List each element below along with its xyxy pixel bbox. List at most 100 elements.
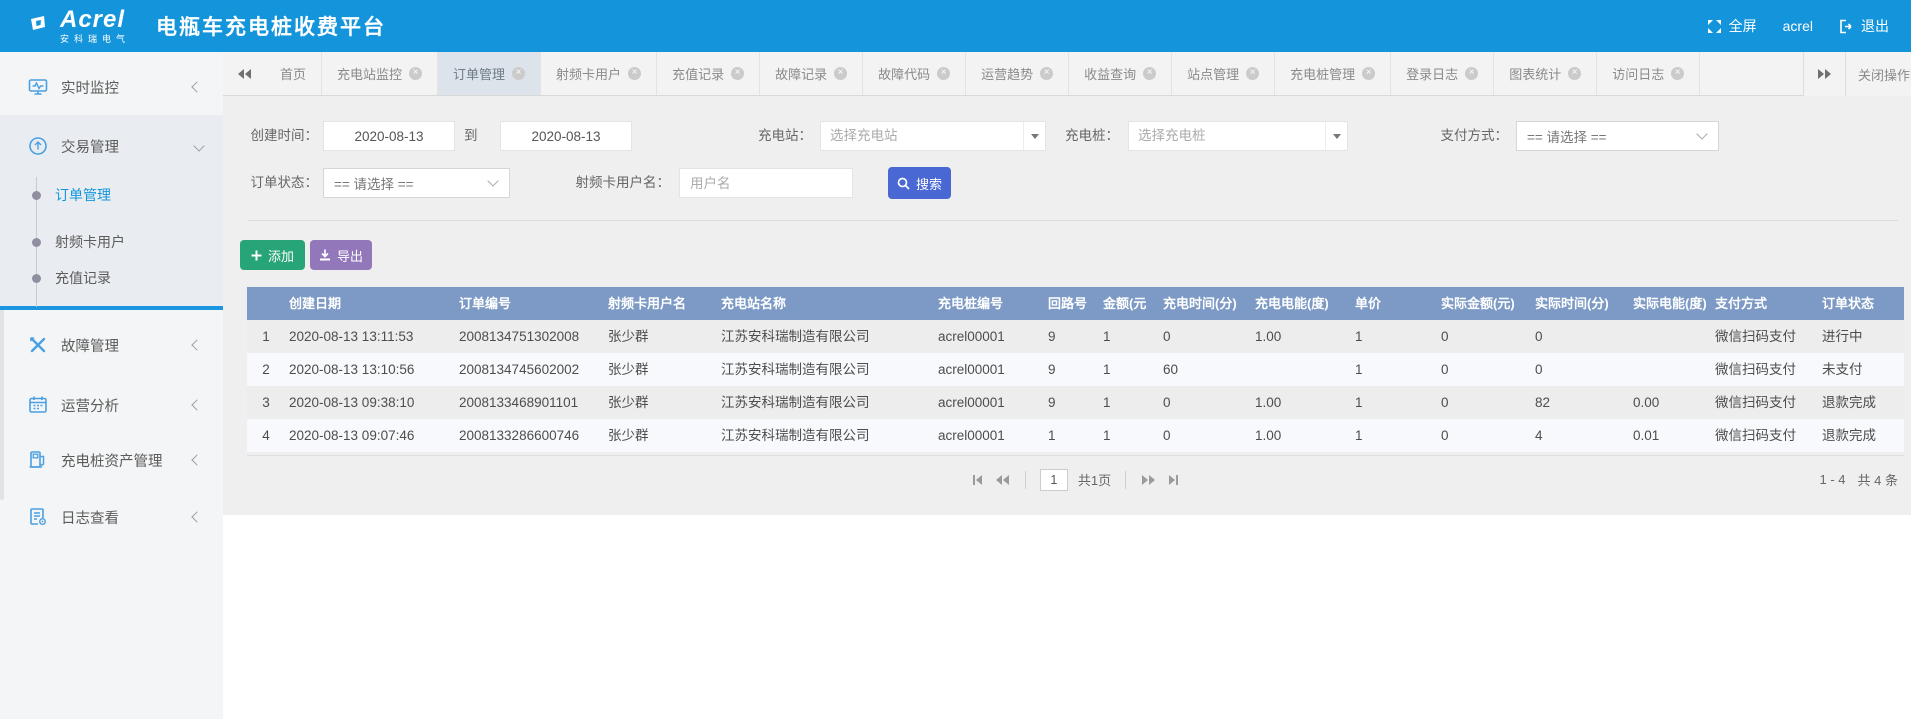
sidebar-item-pile-asset-mgmt[interactable]: 充电桩资产管理 — [0, 444, 223, 476]
tab-label: 图表统计 — [1509, 64, 1561, 83]
add-button[interactable]: 添加 — [240, 240, 305, 270]
col-actual-amount[interactable]: 实际金额(元) — [1437, 287, 1531, 320]
pile-combobox[interactable]: 选择充电桩 — [1128, 121, 1348, 151]
dropdown-arrow-icon[interactable] — [1023, 122, 1045, 150]
tab-close-icon[interactable]: × — [1040, 67, 1053, 80]
payment-method-select[interactable]: == 请选择 == — [1516, 121, 1719, 151]
cell-station-name: 江苏安科瑞制造有限公司 — [717, 353, 934, 386]
prev-page-button[interactable] — [994, 473, 1011, 487]
tab-close-icon[interactable]: × — [512, 67, 525, 80]
tab-chart-stats[interactable]: 图表统计 × — [1494, 52, 1597, 95]
cell-amount: 1 — [1099, 386, 1159, 419]
logout-button[interactable]: 退出 — [1839, 16, 1889, 36]
close-operations-menu[interactable]: 关闭操作 — [1845, 52, 1911, 96]
app-header: Acrel 安科瑞电气 电瓶车充电桩收费平台 全屏 acrel 退出 — [0, 0, 1911, 52]
col-amount[interactable]: 金额(元 — [1099, 287, 1159, 320]
tab-close-icon[interactable]: × — [409, 67, 422, 80]
tab-close-icon[interactable]: × — [628, 67, 641, 80]
username[interactable]: acrel — [1783, 18, 1813, 34]
col-order-status[interactable]: 订单状态 — [1818, 287, 1904, 320]
sidebar-subitem-label: 充值记录 — [55, 268, 111, 288]
order-status-select[interactable]: == 请选择 == — [323, 168, 510, 198]
cell-charge-energy: 1.00 — [1251, 419, 1351, 452]
tabs-scroll-right-button[interactable] — [1803, 52, 1845, 96]
search-button[interactable]: 搜索 — [888, 167, 951, 199]
tab-close-icon[interactable]: × — [937, 67, 950, 80]
rfid-username-input[interactable] — [679, 168, 853, 198]
cell-pile-number: acrel00001 — [934, 386, 1044, 419]
table-row[interactable]: 4 2020-08-13 09:07:46 2008133286600746 张… — [247, 419, 1904, 452]
date-to-input[interactable] — [500, 121, 632, 151]
first-page-icon — [976, 475, 982, 485]
col-rownum[interactable] — [247, 287, 285, 320]
tab-recharge-records[interactable]: 充值记录 × — [657, 52, 760, 95]
tab-operation-trends[interactable]: 运营趋势 × — [966, 52, 1069, 95]
first-page-button[interactable] — [971, 473, 984, 487]
calendar-icon — [28, 395, 48, 415]
tab-revenue-query[interactable]: 收益查询 × — [1069, 52, 1172, 95]
sidebar-item-operation-analysis[interactable]: 运营分析 — [0, 389, 223, 421]
tab-visit-log[interactable]: 访问日志 × — [1597, 52, 1700, 95]
col-actual-time[interactable]: 实际时间(分) — [1531, 287, 1629, 320]
tab-home[interactable]: 首页 — [265, 52, 322, 95]
col-station-name[interactable]: 充电站名称 — [717, 287, 934, 320]
col-charge-energy[interactable]: 充电电能(度) — [1251, 287, 1351, 320]
col-pile-number[interactable]: 充电桩编号 — [934, 287, 1044, 320]
sidebar-item-rfid-users[interactable]: 射频卡用户 — [0, 227, 223, 257]
sidebar-item-label: 实时监控 — [61, 77, 119, 98]
sidebar-item-recharge-records[interactable]: 充值记录 — [0, 263, 223, 293]
table-row[interactable]: 2 2020-08-13 13:10:56 2008134745602002 张… — [247, 353, 1904, 386]
col-actual-energy[interactable]: 实际电能(度) — [1629, 287, 1711, 320]
tabs-scroll-left-button[interactable] — [223, 52, 265, 95]
cell-amount: 1 — [1099, 419, 1159, 452]
next-page-button[interactable] — [1140, 473, 1157, 487]
tab-close-icon[interactable]: × — [1246, 67, 1259, 80]
tab-label: 订单管理 — [453, 64, 505, 83]
tab-rfid-users[interactable]: 射频卡用户 × — [541, 52, 657, 95]
search-button-label: 搜索 — [916, 174, 942, 193]
col-order-number[interactable]: 订单编号 — [455, 287, 604, 320]
tab-fault-records[interactable]: 故障记录 × — [760, 52, 863, 95]
col-payment-method[interactable]: 支付方式 — [1711, 287, 1818, 320]
tab-close-icon[interactable]: × — [1671, 67, 1684, 80]
col-charge-time[interactable]: 充电时间(分) — [1159, 287, 1251, 320]
col-rfid-username[interactable]: 射频卡用户名 — [604, 287, 717, 320]
tab-label: 故障记录 — [775, 64, 827, 83]
tab-order-mgmt[interactable]: 订单管理 × — [438, 52, 541, 95]
sidebar-item-log-view[interactable]: 日志查看 — [0, 501, 223, 533]
download-icon — [319, 249, 331, 261]
tab-close-icon[interactable]: × — [1568, 67, 1581, 80]
table-row[interactable]: 1 2020-08-13 13:11:53 2008134751302008 张… — [247, 320, 1904, 353]
chevron-left-icon — [191, 399, 202, 410]
sidebar-item-realtime-monitor[interactable]: 实时监控 — [0, 71, 223, 103]
transaction-icon — [28, 136, 48, 156]
sidebar-item-fault-mgmt[interactable]: 故障管理 — [0, 329, 223, 361]
tab-close-icon[interactable]: × — [1143, 67, 1156, 80]
tab-site-mgmt[interactable]: 站点管理 × — [1172, 52, 1275, 95]
bullet-dot-icon — [32, 274, 41, 283]
tab-close-icon[interactable]: × — [834, 67, 847, 80]
tab-close-icon[interactable]: × — [1362, 67, 1375, 80]
tab-station-monitor[interactable]: 充电站监控 × — [322, 52, 438, 95]
fullscreen-button[interactable]: 全屏 — [1707, 16, 1757, 36]
page-number-input[interactable] — [1040, 469, 1068, 491]
date-from-input[interactable] — [323, 121, 455, 151]
last-page-button[interactable] — [1167, 473, 1180, 487]
col-unit-price[interactable]: 单价 — [1351, 287, 1437, 320]
payment-method-value: == 请选择 == — [1517, 126, 1698, 146]
sidebar-item-order-mgmt[interactable]: 订单管理 — [0, 180, 223, 210]
col-created-date[interactable]: 创建日期 — [285, 287, 455, 320]
table-row[interactable]: 3 2020-08-13 09:38:10 2008133468901101 张… — [247, 386, 1904, 419]
tab-pile-mgmt[interactable]: 充电桩管理 × — [1275, 52, 1391, 95]
tab-login-log[interactable]: 登录日志 × — [1391, 52, 1494, 95]
tab-close-icon[interactable]: × — [1465, 67, 1478, 80]
tab-fault-codes[interactable]: 故障代码 × — [863, 52, 966, 95]
double-right-arrow-icon — [1818, 69, 1824, 79]
col-circuit-number[interactable]: 回路号 — [1044, 287, 1099, 320]
tab-close-icon[interactable]: × — [731, 67, 744, 80]
cell-order-number: 2008134745602002 — [455, 353, 604, 386]
export-button[interactable]: 导出 — [310, 240, 372, 270]
station-combobox[interactable]: 选择充电站 — [820, 121, 1046, 151]
sidebar-group-transaction-mgmt[interactable]: 交易管理 — [0, 130, 223, 162]
dropdown-arrow-icon[interactable] — [1325, 122, 1347, 150]
